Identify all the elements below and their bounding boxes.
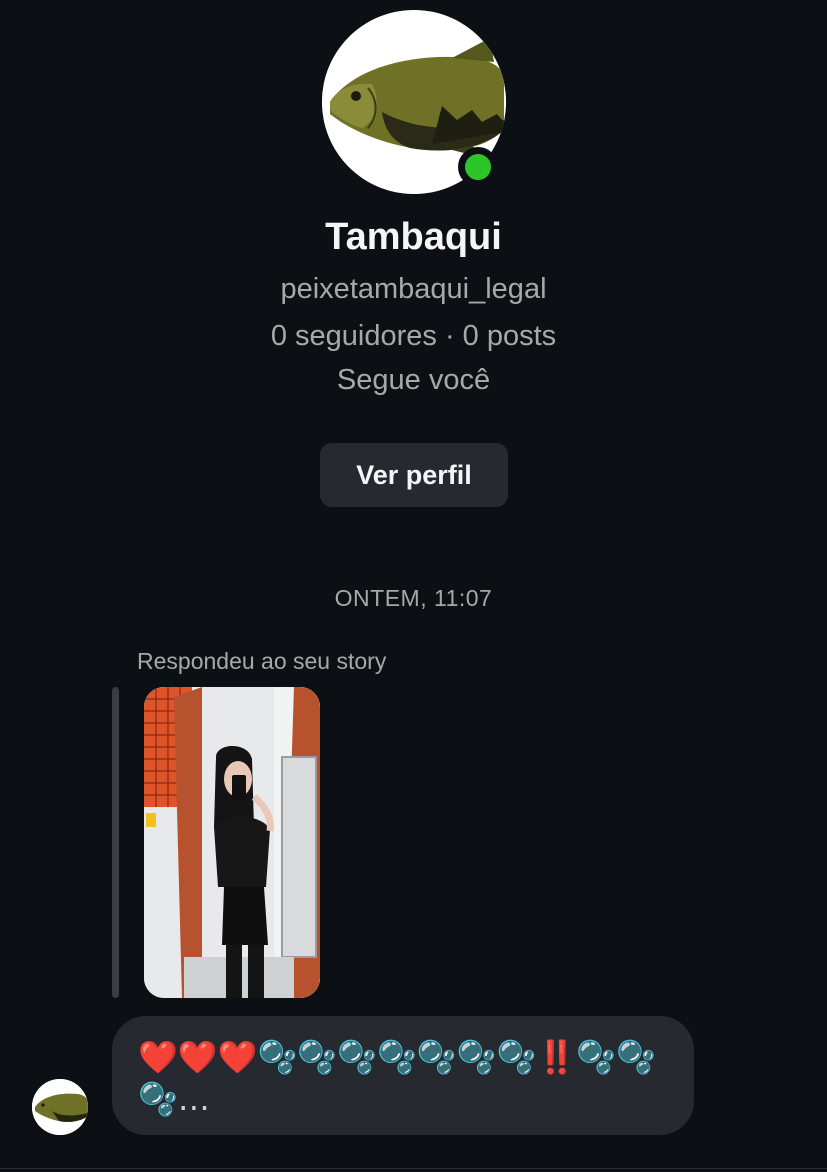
message-timestamp: ONTEM, 11:07 <box>334 585 493 611</box>
online-status-dot <box>458 147 498 187</box>
profile-name: Tambaqui <box>325 216 502 258</box>
story-reply-label: Respondeu ao seu story <box>137 648 387 674</box>
message-text: ❤️❤️❤️🫧🫧🫧🫧🫧🫧🫧‼️🫧🫧🫧… <box>138 1036 668 1120</box>
sender-avatar[interactable] <box>32 1079 88 1135</box>
view-profile-button[interactable]: Ver perfil <box>320 443 508 507</box>
reply-indicator-bar <box>112 687 119 998</box>
divider <box>0 1168 827 1169</box>
profile-stats: 0 seguidores · 0 posts <box>270 320 557 352</box>
story-thumbnail[interactable] <box>144 687 320 998</box>
message-hearts: ❤️❤️❤️ <box>138 1038 258 1076</box>
message-bubble[interactable]: ❤️❤️❤️🫧🫧🫧🫧🫧🫧🫧‼️🫧🫧🫧… <box>112 1016 694 1135</box>
follow-status: Segue você <box>336 364 491 396</box>
dm-thread: Tambaqui peixetambaqui_legal 0 seguidore… <box>0 0 827 1172</box>
profile-username: peixetambaqui_legal <box>280 273 547 305</box>
